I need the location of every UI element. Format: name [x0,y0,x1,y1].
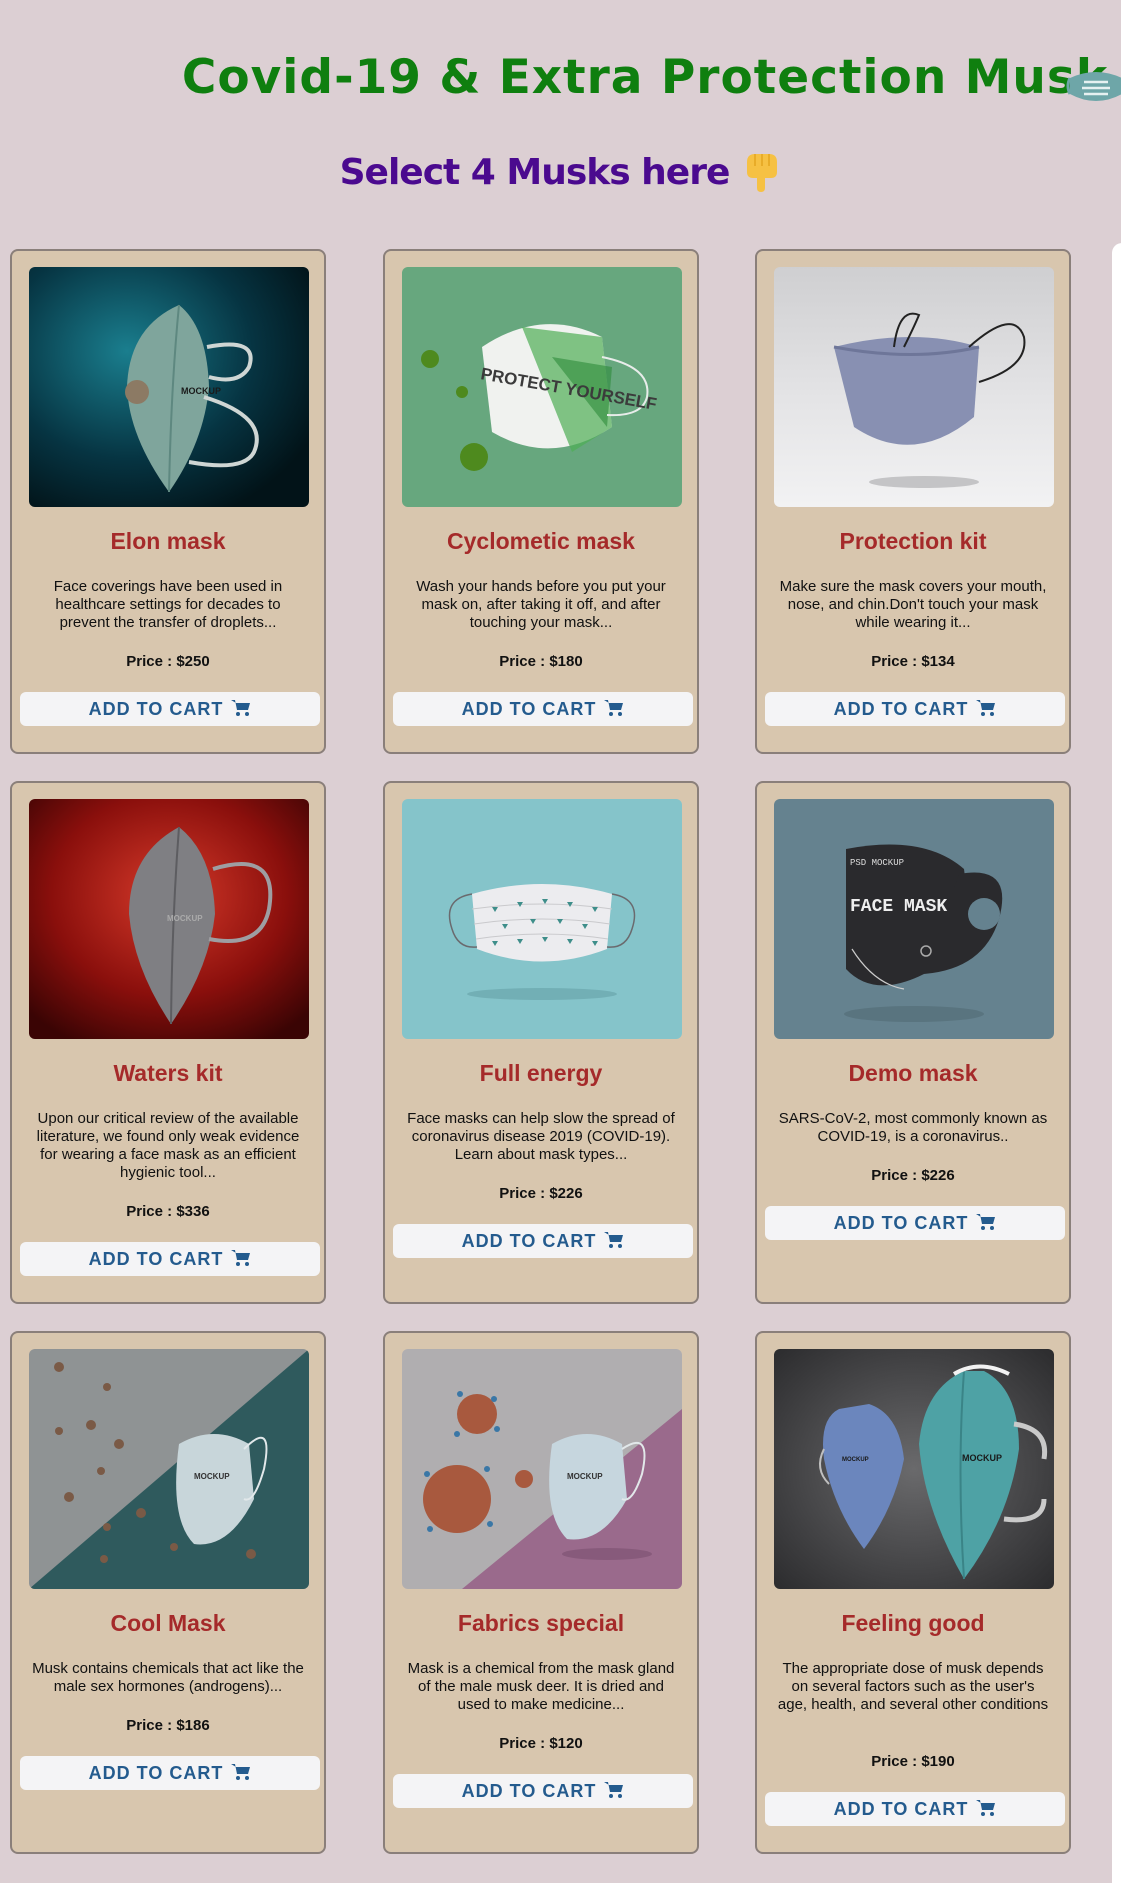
svg-text:MOCKUP: MOCKUP [181,386,221,396]
product-card: MOCKUP Waters kit Upon our critical revi… [10,781,326,1304]
add-to-cart-button[interactable]: ADD TO CART [393,692,693,726]
product-name: Demo mask [848,1060,978,1086]
shopping-cart-icon [231,1764,251,1781]
product-price: Price : $180 [499,653,583,670]
product-card: Full energy Face masks can help slow the… [383,781,699,1304]
svg-text:PSD MOCKUP: PSD MOCKUP [850,858,904,868]
svg-text:MOCKUP: MOCKUP [842,1457,869,1463]
product-description: Wash your hands before you put your mask… [416,578,666,631]
product-price: Price : $226 [871,1167,955,1184]
add-to-cart-label: ADD TO CART [461,1781,597,1801]
product-image: MOCKUP [29,1349,309,1589]
product-card: PROTECT YOURSELF Cyclometic mask Wash yo… [383,249,699,754]
add-to-cart-label: ADD TO CART [833,1799,969,1819]
scrollbar-track[interactable] [1112,243,1121,1883]
add-to-cart-label: ADD TO CART [88,699,224,719]
face-mask-icon [1066,72,1121,101]
svg-text:FACE MASK: FACE MASK [850,897,947,917]
product-card: PSD MOCKUP FACE MASK Demo mask SARS-CoV-… [755,781,1071,1304]
product-name: Protection kit [839,528,987,554]
shopping-cart-icon [231,700,251,717]
svg-text:MOCKUP: MOCKUP [567,1472,603,1481]
product-name: Elon mask [110,528,226,554]
pointing-down-hand-icon [747,154,778,192]
product-name: Waters kit [113,1060,223,1086]
section-subtitle: Select 4 Musks here [0,152,1121,194]
product-description: Face masks can help slow the spread of c… [407,1110,675,1163]
product-image: MOCKUP [29,799,309,1039]
shopping-cart-icon [976,1214,996,1231]
product-description: Musk contains chemicals that act like th… [32,1660,304,1695]
product-image: MOCKUP [29,267,309,507]
shopping-cart-icon [976,1800,996,1817]
add-to-cart-label: ADD TO CART [461,699,597,719]
product-price: Price : $226 [499,1185,583,1202]
shopping-cart-icon [976,700,996,717]
product-price: Price : $336 [126,1203,210,1220]
add-to-cart-label: ADD TO CART [88,1763,224,1783]
product-price: Price : $120 [499,1735,583,1752]
product-description: Face coverings have been used in healthc… [53,578,283,631]
product-name: Full energy [479,1060,603,1086]
add-to-cart-label: ADD TO CART [461,1231,597,1251]
product-image: MOCKUP MOCKUP [774,1349,1054,1589]
product-description: Mask is a chemical from the mask gland o… [407,1660,675,1713]
shopping-cart-icon [604,1782,624,1799]
product-image: PSD MOCKUP FACE MASK [774,799,1054,1039]
product-name: Feeling good [841,1610,985,1636]
add-to-cart-button[interactable]: ADD TO CART [765,692,1065,726]
product-image: PROTECT YOURSELF [402,267,682,507]
subtitle-text: Select 4 Musks here [339,152,731,193]
product-card: MOCKUP Cool Mask Musk contains chemicals… [10,1331,326,1854]
page-title: Covid-19 & Extra Protection Musk [181,50,1109,105]
add-to-cart-button[interactable]: ADD TO CART [765,1792,1065,1826]
product-price: Price : $186 [126,1717,210,1734]
product-description: The appropriate dose of musk depends on … [777,1660,1049,1713]
svg-text:MOCKUP: MOCKUP [962,1453,1002,1463]
product-price: Price : $250 [126,653,210,670]
product-image: MOCKUP [402,1349,682,1589]
product-card: MOCKUP Fabrics special Mask is a chemica… [383,1331,699,1854]
product-name: Cool Mask [110,1610,226,1636]
product-image [402,799,682,1039]
product-description: Make sure the mask covers your mouth, no… [779,578,1047,631]
add-to-cart-button[interactable]: ADD TO CART [20,1756,320,1790]
product-card: MOCKUP Elon mask Face coverings have bee… [10,249,326,754]
product-price: Price : $190 [871,1753,955,1770]
add-to-cart-label: ADD TO CART [88,1249,224,1269]
product-name: Cyclometic mask [447,528,635,554]
product-description: SARS-CoV-2, most commonly known as COVID… [778,1110,1048,1145]
add-to-cart-button[interactable]: ADD TO CART [393,1224,693,1258]
add-to-cart-button[interactable]: ADD TO CART [393,1774,693,1808]
add-to-cart-button[interactable]: ADD TO CART [20,692,320,726]
svg-text:MOCKUP: MOCKUP [167,914,203,923]
product-image [774,267,1054,507]
shopping-cart-icon [231,1250,251,1267]
svg-text:MOCKUP: MOCKUP [194,1472,230,1481]
shopping-cart-icon [604,700,624,717]
product-price: Price : $134 [871,653,955,670]
shopping-cart-icon [604,1232,624,1249]
product-name: Fabrics special [457,1610,625,1636]
add-to-cart-label: ADD TO CART [833,699,969,719]
product-card: Protection kit Make sure the mask covers… [755,249,1071,754]
add-to-cart-button[interactable]: ADD TO CART [765,1206,1065,1240]
product-card: MOCKUP MOCKUP Feeling good The appropria… [755,1331,1071,1854]
add-to-cart-label: ADD TO CART [833,1213,969,1233]
product-description: Upon our critical review of the availabl… [36,1110,300,1181]
add-to-cart-button[interactable]: ADD TO CART [20,1242,320,1276]
